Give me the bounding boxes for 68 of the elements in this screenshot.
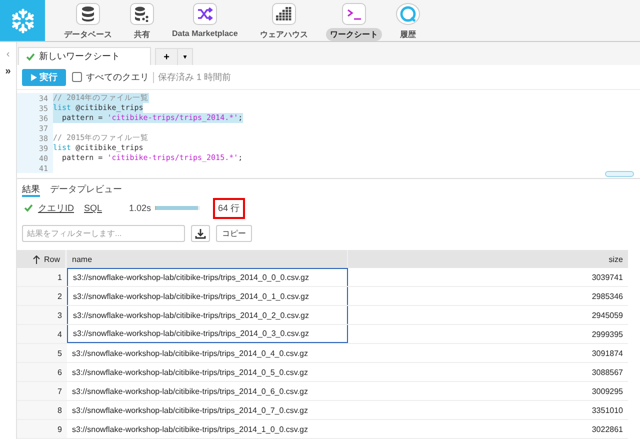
table-cell[interactable]: s3://snowflake-workshop-lab/citibike-trips/trips_2014_0_3_0.csv.gz	[67, 325, 348, 343]
duration: 1.02s	[129, 203, 152, 213]
table-cell[interactable]: s3://snowflake-workshop-lab/citibike-trips/trips_2014_0_4_0.csv.gz	[67, 344, 348, 362]
copy-button[interactable]: コピー	[216, 224, 252, 242]
row-number: 7	[58, 386, 62, 396]
table-cell: 3039741	[592, 272, 623, 282]
worksheet-tab[interactable]: 新しいワークシート	[18, 47, 151, 65]
row-number: 6	[58, 368, 62, 376]
row-number: 2	[58, 292, 62, 300]
row-number: 8	[58, 406, 62, 414]
column-header[interactable]: name	[72, 254, 92, 264]
filter-field[interactable]: 結果をフィルターします...	[22, 224, 185, 242]
table-cell: 2945059	[592, 310, 623, 320]
bar-grid-icon	[276, 7, 292, 21]
worksheet-title: 新しいワークシート	[39, 50, 120, 63]
column-header[interactable]: Row	[44, 254, 60, 264]
checkbox[interactable]	[72, 72, 82, 82]
row-number: 9	[58, 424, 62, 434]
table-cell: 3088567	[592, 368, 623, 376]
table-cell: 2999395	[592, 330, 623, 338]
nav-label[interactable]: 履歴	[396, 28, 420, 41]
nav-label[interactable]: ウェアハウス	[256, 28, 312, 41]
row-count: 64 行	[213, 198, 245, 218]
nav-label[interactable]: Data Marketplace	[168, 28, 242, 39]
result-tab[interactable]: 結果	[22, 183, 40, 197]
query-id-link[interactable]: クエリID	[38, 202, 74, 214]
table-cell: 3022861	[592, 424, 623, 434]
terminal-icon	[346, 7, 362, 21]
database-icon	[81, 6, 95, 22]
nav-button[interactable]	[76, 3, 100, 25]
shared-database-icon	[134, 6, 150, 22]
snowflake-icon	[10, 8, 36, 34]
download-button[interactable]	[191, 224, 210, 242]
table-cell[interactable]: s3://snowflake-workshop-lab/citibike-trips/trips_2014_0_7_0.csv.gz	[67, 401, 348, 419]
result-tab[interactable]: データプレビュー	[50, 183, 122, 197]
table-cell[interactable]: s3://snowflake-workshop-lab/citibike-trips/trips_2014_0_6_0.csv.gz	[67, 382, 348, 400]
table-cell[interactable]: s3://snowflake-workshop-lab/citibike-trips/trips_2014_0_1_0.csv.gz	[67, 287, 348, 305]
nav-button[interactable]	[272, 3, 296, 25]
row-number: 4	[58, 330, 62, 338]
sort-arrow-icon[interactable]	[32, 254, 40, 264]
scrollbar-thumb[interactable]	[605, 171, 634, 177]
nav-label[interactable]: 共有	[130, 28, 154, 41]
nav-button[interactable]	[192, 3, 217, 25]
column-header[interactable]: size	[608, 254, 623, 264]
nav-button[interactable]	[130, 3, 154, 25]
save-status: 保存済み 1 時間前	[158, 70, 232, 84]
shuffle-icon	[196, 7, 213, 21]
expand-button[interactable]: »	[5, 67, 11, 77]
add-tab-button[interactable]: +	[156, 49, 177, 65]
row-number: 5	[58, 348, 62, 358]
play-icon	[30, 74, 36, 80]
nav-label[interactable]: データベース	[60, 28, 116, 41]
download-icon	[195, 228, 206, 238]
sql-link[interactable]: SQL	[84, 203, 102, 213]
all-queries-label: すべてのクエリ	[86, 70, 149, 84]
table-cell: 2985346	[592, 292, 623, 300]
table-cell[interactable]: s3://snowflake-workshop-lab/citibike-trips/trips_2014_0_0_0.csv.gz	[67, 268, 348, 286]
history-icon	[398, 5, 417, 23]
table-cell: 3091874	[592, 348, 623, 358]
table-cell[interactable]: s3://snowflake-workshop-lab/citibike-trips/trips_2014_0_5_0.csv.gz	[67, 363, 348, 381]
table-cell: 3351010	[592, 406, 623, 414]
table-cell[interactable]: s3://snowflake-workshop-lab/citibike-trips/trips_2014_0_2_0.csv.gz	[67, 306, 348, 324]
table-cell: 3009295	[592, 386, 623, 396]
nav-button[interactable]	[342, 3, 366, 25]
row-number: 1	[58, 272, 62, 282]
nav-label[interactable]: ワークシート	[326, 28, 382, 41]
row-number: 3	[58, 310, 62, 320]
table-cell[interactable]: s3://snowflake-workshop-lab/citibike-trips/trips_2014_1_0_0.csv.gz	[67, 420, 348, 438]
